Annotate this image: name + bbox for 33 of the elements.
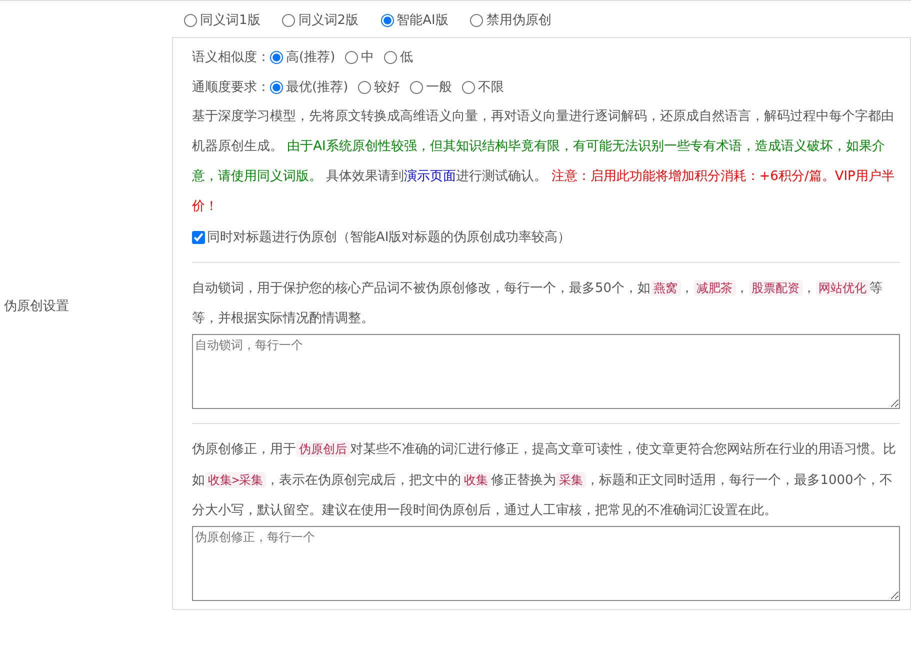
setting-label: 通顺度要求： — [192, 79, 270, 96]
setting-label: 语义相似度： — [192, 49, 270, 66]
radio-button[interactable] — [358, 80, 372, 94]
radio-label: 最优(推荐) — [286, 79, 348, 96]
radio-button[interactable] — [380, 14, 394, 26]
radio-label: 低 — [400, 49, 414, 66]
radio-button[interactable] — [282, 14, 296, 26]
radio-button[interactable] — [384, 50, 398, 64]
ai-description: 基于深度学习模型，先将原文转换成高维语义向量，再对语义向量进行逐词解码，还原成自然语言，解码过程中每个字都由机器原创生成。 由于AI系统原创性较强，但其知识结构毕竟有限，有可能无法识别一些专有术语，造成语义破坏，如果介意，请使用同义词版。 具体效果请到演示页面进行测试确认。 注意：启用此功能将增加积分消耗：+6积分/篇。VIP用户半价！ — [192, 108, 896, 216]
settings-label: 伪原创设置 — [4, 298, 69, 314]
radio-button[interactable] — [470, 14, 484, 26]
radio-label: 中 — [361, 49, 374, 66]
radio-button[interactable] — [270, 80, 283, 94]
section-description: 自动锁词，用于保护您的核心产品词不被伪原创修改，每行一个，最多50个，如 燕窝 ， 减肥茶 ， 股票配资 ， 网站优化 等等，并根据实际情况酌情调整。 — [192, 279, 884, 328]
checkbox-label: 同时对标题进行伪原创（智能AI版对标题的伪原创成功率较高） — [207, 229, 571, 246]
radio-label: 一般 — [426, 79, 452, 96]
radio-button[interactable] — [345, 50, 358, 64]
radio-label: 禁用伪原创 — [486, 12, 552, 29]
radio-label: 较好 — [374, 79, 400, 96]
radio-button[interactable] — [410, 80, 424, 94]
radio-button[interactable] — [462, 80, 476, 94]
demo-page-link[interactable]: 演示页面 — [404, 169, 456, 184]
radio-label: 智能AI版 — [396, 12, 448, 29]
input-field[interactable]: 自动锁词，每行一个 — [192, 334, 900, 409]
checkbox[interactable] — [192, 230, 205, 244]
radio-label: 高(推荐) — [286, 49, 336, 66]
radio-label: 同义词1版 — [200, 12, 260, 29]
radio-label: 不限 — [478, 79, 504, 96]
input-field[interactable]: 伪原创修正，每行一个 — [192, 526, 900, 601]
section-description: 伪原创修正，用于 伪原创后 对某些不准确的词汇进行修正，提高文章可读性，使文章更符合您网站所在行业的用语习惯。比如 收集>采集 ，表示在伪原创完成后，把文中的 收集 修正替换为 采集 ，标题和正文同时适用，每行一个，最多1000个，不分大小写，默认留空。建议在使用一段时间伪原创后，通过人工审核，把常见的不准确词汇设置在此。 — [192, 440, 897, 520]
radio-button[interactable] — [270, 50, 283, 64]
radio-button[interactable] — [184, 14, 197, 26]
radio-label: 同义词2版 — [298, 12, 359, 29]
